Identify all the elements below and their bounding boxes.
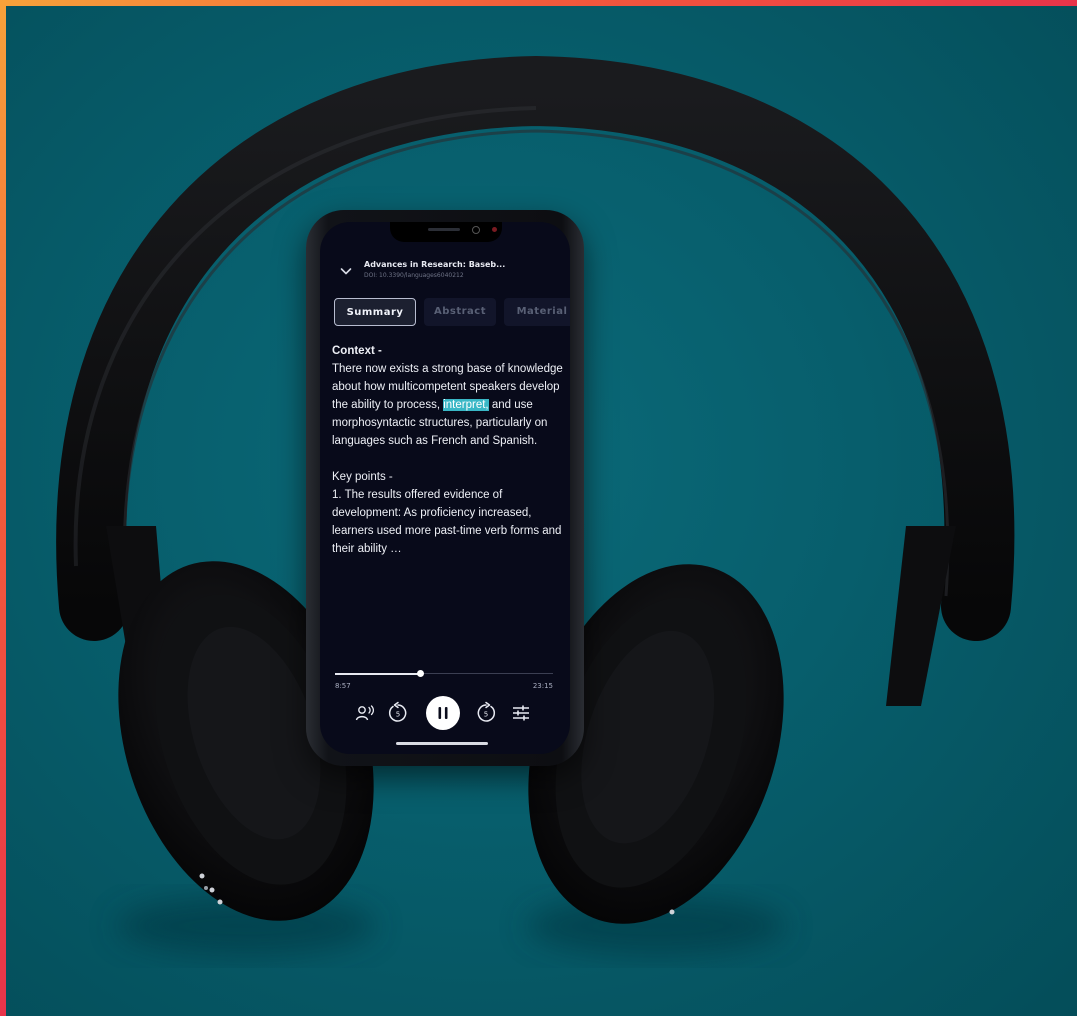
front-camera-icon bbox=[472, 226, 480, 234]
home-indicator[interactable] bbox=[396, 742, 488, 745]
summary-text: Context - There now exists a strong base… bbox=[332, 342, 564, 558]
playback-progress-bar[interactable] bbox=[335, 670, 553, 677]
keypoint-1: 1. The results offered evidence of devel… bbox=[332, 489, 562, 555]
tab-summary[interactable]: Summary bbox=[334, 298, 416, 326]
player-header: Advances in Research: Baseb... DOI: 10.3… bbox=[320, 256, 570, 286]
progress-knob[interactable] bbox=[416, 670, 424, 677]
forward-5-icon[interactable]: 5 bbox=[474, 701, 498, 725]
skip-back-seconds: 5 bbox=[396, 711, 400, 719]
tab-material[interactable]: Material bbox=[504, 298, 570, 326]
progress-fill bbox=[335, 673, 421, 675]
phone-screen: Advances in Research: Baseb... DOI: 10.3… bbox=[320, 222, 570, 754]
phone-notch bbox=[390, 222, 502, 242]
playback-controls: 5 5 bbox=[320, 696, 570, 732]
earpiece-speaker bbox=[428, 228, 460, 231]
paper-title: Advances in Research: Baseb... bbox=[364, 260, 506, 269]
tab-abstract[interactable]: Abstract bbox=[424, 298, 496, 326]
elapsed-time: 8:57 bbox=[335, 682, 351, 690]
sliders-icon[interactable] bbox=[510, 702, 532, 724]
current-word-highlight: interpret, bbox=[443, 399, 489, 411]
sensor-dot bbox=[492, 227, 497, 232]
pause-button[interactable] bbox=[426, 696, 460, 730]
rewind-5-icon[interactable]: 5 bbox=[386, 701, 410, 725]
skip-forward-seconds: 5 bbox=[484, 711, 488, 719]
pause-icon bbox=[438, 707, 448, 719]
frame-accent-top bbox=[0, 0, 1077, 6]
keypoints-heading: Key points - bbox=[332, 471, 393, 483]
content-tabs: Summary Abstract Material bbox=[334, 298, 570, 328]
paper-doi: DOI: 10.3390/languages6040212 bbox=[364, 272, 464, 279]
chevron-down-icon[interactable] bbox=[340, 264, 352, 276]
narrator-voice-icon[interactable] bbox=[354, 702, 376, 724]
frame-accent-left bbox=[0, 0, 6, 1016]
total-time: 23:15 bbox=[532, 682, 553, 690]
context-heading: Context - bbox=[332, 345, 382, 357]
phone-device: Advances in Research: Baseb... DOI: 10.3… bbox=[306, 210, 584, 766]
